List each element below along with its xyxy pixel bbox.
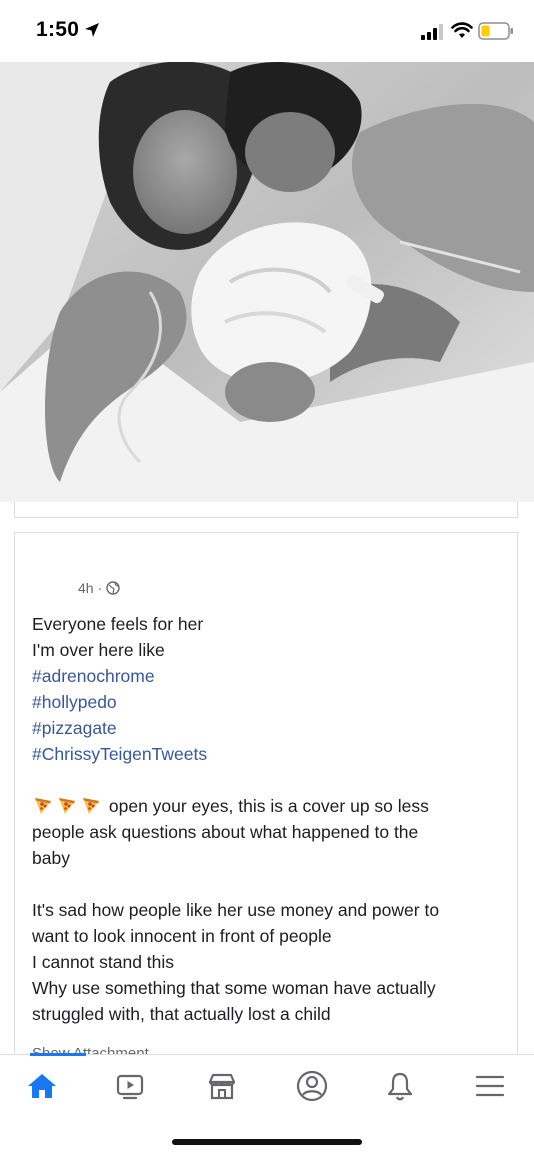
status-bar: 1:50 <box>0 0 534 62</box>
post-body: Everyone feels for her I'm over here lik… <box>32 611 502 1027</box>
post-text-line: Everyone feels for her <box>32 614 204 634</box>
globe-icon <box>106 581 120 595</box>
previous-card-edge <box>14 502 518 518</box>
post-text-line: It's sad how people like her use money a… <box>32 900 440 920</box>
profile-icon <box>296 1070 328 1102</box>
pizza-icon <box>59 798 75 814</box>
post-text-line: I'm over here like <box>32 640 165 660</box>
nav-watch[interactable] <box>110 1067 150 1105</box>
post-text-line: struggled with, that actually lost a chi… <box>32 1004 331 1024</box>
post-text-line: I cannot stand this <box>32 952 175 972</box>
nav-notifications[interactable] <box>380 1067 420 1105</box>
post-text-line: Why use something that some woman have a… <box>32 978 436 998</box>
post-photo[interactable] <box>0 62 534 502</box>
post-text-line: want to look innocent in front of people <box>32 926 332 946</box>
active-tab-indicator <box>30 1053 86 1056</box>
pizza-icon <box>35 798 51 814</box>
wifi-icon <box>451 22 473 38</box>
post-text-line: open your eyes, this is a cover up so le… <box>32 793 502 819</box>
nav-marketplace[interactable] <box>202 1067 242 1105</box>
home-indicator[interactable] <box>172 1139 362 1145</box>
post-meta: 4h · <box>78 580 120 596</box>
post-card: 4h · Everyone feels for her I'm over her… <box>14 532 518 1072</box>
watch-icon <box>116 1074 144 1100</box>
status-time: 1:50 <box>36 18 80 41</box>
post-text-fragment: open your eyes, this is a cover up so le… <box>108 796 429 816</box>
post-text-line: people ask questions about what happened… <box>32 822 419 842</box>
battery-icon <box>478 22 513 40</box>
nav-home[interactable] <box>22 1067 62 1105</box>
location-arrow-icon <box>85 23 99 37</box>
hashtag-link[interactable]: #pizzagate <box>32 715 502 741</box>
hospital-photo-image <box>0 62 534 502</box>
post-timestamp[interactable]: 4h · <box>78 580 102 596</box>
pizza-icon <box>83 798 99 814</box>
nav-menu[interactable] <box>470 1067 510 1105</box>
hashtag-link[interactable]: #adrenochrome <box>32 663 502 689</box>
hashtag-link[interactable]: #hollypedo <box>32 689 502 715</box>
post-text-line: baby <box>32 848 70 868</box>
marketplace-icon <box>208 1073 236 1100</box>
hashtag-link[interactable]: #ChrissyTeigenTweets <box>32 741 502 767</box>
menu-icon <box>475 1075 505 1097</box>
home-icon <box>28 1074 56 1098</box>
bottom-nav <box>0 1053 534 1155</box>
cell-signal-icon <box>421 24 443 40</box>
nav-profile[interactable] <box>292 1067 332 1105</box>
notifications-icon <box>387 1072 413 1101</box>
